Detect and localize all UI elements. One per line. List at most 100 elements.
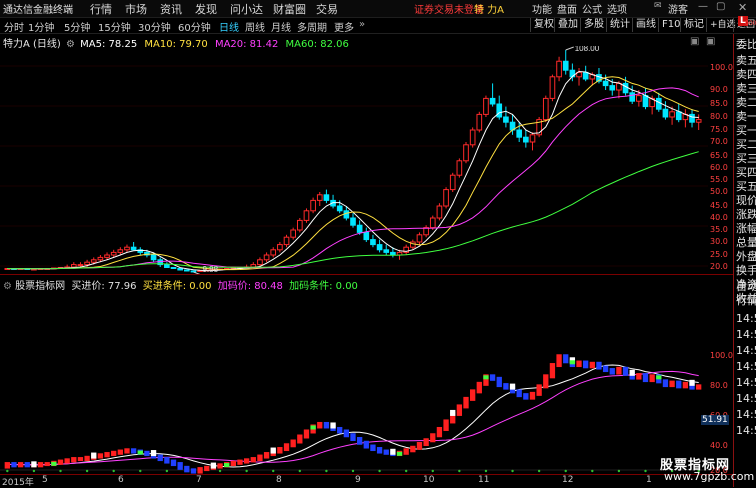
panel-separator xyxy=(0,274,733,275)
date-tick: 10 xyxy=(423,475,435,485)
candle xyxy=(675,104,682,123)
btn-fuquan[interactable]: 复权 xyxy=(530,18,557,32)
green-block xyxy=(483,375,489,380)
period-1min[interactable]: 1分钟 xyxy=(28,19,54,34)
menu-panmian[interactable]: 盘面 xyxy=(557,1,577,16)
period-multi[interactable]: 多周期 xyxy=(297,19,327,34)
candle xyxy=(263,252,270,263)
candlestick-chart[interactable]: 108.00 9.88 xyxy=(0,46,708,274)
sell-block xyxy=(602,365,609,373)
menu-faxian[interactable]: 发现 xyxy=(195,1,217,17)
candle xyxy=(463,142,469,164)
signal-dot xyxy=(139,469,142,473)
sell-block xyxy=(157,454,163,462)
candle xyxy=(363,227,370,242)
menu-shichang[interactable]: 市场 xyxy=(125,1,147,17)
candle xyxy=(689,109,695,128)
buy-block xyxy=(250,457,256,463)
indicator-axis: 100.080.060.040.020.0 xyxy=(708,288,733,475)
green-block xyxy=(51,461,57,466)
btn-biaoji[interactable]: 标记 xyxy=(680,18,707,32)
sell-block xyxy=(177,462,183,470)
indicator-fast-line xyxy=(7,364,699,468)
date-tick: 7 xyxy=(196,475,202,485)
green-block xyxy=(656,375,662,380)
candle xyxy=(183,269,190,272)
signal-dot xyxy=(85,469,89,473)
close-icon[interactable]: ✕ xyxy=(738,1,747,14)
more-chevron-icon[interactable]: » xyxy=(359,19,365,30)
candle xyxy=(277,242,283,253)
btn-tongji[interactable]: 统计 xyxy=(606,18,633,32)
highlight-block xyxy=(450,409,456,416)
price-tick: 60.0 xyxy=(710,163,728,172)
indicator-chart[interactable] xyxy=(0,288,708,474)
menu-gongshi[interactable]: 公式 xyxy=(582,1,602,16)
period-toolbar: 分时 1分钟 5分钟 15分钟 30分钟 60分钟 日线 周线 月线 多周期 更… xyxy=(0,18,756,34)
buy-block xyxy=(4,462,10,469)
period-daily[interactable]: 日线 xyxy=(219,19,239,34)
candle xyxy=(476,111,483,133)
candle xyxy=(124,244,130,253)
mail-icon[interactable]: ✉ xyxy=(654,1,662,11)
sell-block xyxy=(350,433,356,442)
period-more[interactable]: 更多 xyxy=(334,19,354,34)
app-logo-name: 通达信金融终端 xyxy=(3,5,73,16)
date-tick: 6 xyxy=(118,475,124,485)
sell-block xyxy=(11,462,17,468)
menu-caifuquan[interactable]: 财富圈 xyxy=(273,1,306,17)
highlight-block xyxy=(390,448,396,455)
btn-huaxian[interactable]: 画线 xyxy=(632,18,659,32)
highlight-block xyxy=(210,462,217,469)
period-5min[interactable]: 5分钟 xyxy=(64,19,90,34)
green-block xyxy=(137,450,143,455)
period-15min[interactable]: 15分钟 xyxy=(98,19,131,34)
candle xyxy=(523,130,529,148)
buy-block xyxy=(529,391,536,400)
signal-dot xyxy=(644,469,647,473)
date-tick: 8 xyxy=(276,475,282,485)
buy-block xyxy=(217,463,223,469)
signal-dot xyxy=(484,469,488,473)
sell-block xyxy=(170,459,177,467)
sell-block xyxy=(144,450,150,457)
tape-time: 14:56 xyxy=(736,344,756,357)
sell-block xyxy=(642,373,649,383)
period-30min[interactable]: 30分钟 xyxy=(138,19,171,34)
maximize-icon[interactable]: ▢ xyxy=(716,1,725,12)
btn-duogu[interactable]: 多股 xyxy=(580,18,607,32)
menu-xuanxiang[interactable]: 选项 xyxy=(607,1,627,16)
candle xyxy=(190,270,197,273)
candle xyxy=(270,247,277,258)
signal-dot xyxy=(112,469,115,473)
menu-jiaoyi[interactable]: 交易 xyxy=(316,1,338,17)
period-60min[interactable]: 60分钟 xyxy=(178,19,211,34)
menu-gongneng[interactable]: 功能 xyxy=(532,1,552,16)
candle xyxy=(496,95,503,120)
menu-wenxiaoda[interactable]: 问小达 xyxy=(230,1,263,17)
btn-diejia[interactable]: 叠加 xyxy=(554,18,581,32)
sell-block xyxy=(583,360,589,369)
price-tick: 65.0 xyxy=(710,151,728,160)
menu-hangqing[interactable]: 行情 xyxy=(90,1,112,17)
signal-dot xyxy=(351,469,355,473)
guest-label[interactable]: 游客 xyxy=(668,1,688,16)
candle xyxy=(110,249,117,258)
highlight-block xyxy=(330,422,336,429)
period-fenshi[interactable]: 分时 xyxy=(4,19,24,34)
green-block xyxy=(396,451,403,456)
candle xyxy=(316,192,323,206)
menu-zixun[interactable]: 资讯 xyxy=(160,1,182,17)
candle xyxy=(330,194,336,209)
candle xyxy=(695,114,702,130)
signal-dot xyxy=(218,469,222,473)
sell-block xyxy=(343,429,350,438)
buy-block xyxy=(443,419,449,431)
minimize-icon[interactable]: — xyxy=(698,1,708,12)
period-monthly[interactable]: 月线 xyxy=(271,19,291,34)
period-weekly[interactable]: 周线 xyxy=(245,19,265,34)
candle xyxy=(576,68,582,86)
signal-dot xyxy=(298,469,302,473)
tape-label: 行情 xyxy=(736,294,756,307)
date-axis: 2015年 5 6 7 8 9 10 11 12 1 xyxy=(0,475,733,488)
